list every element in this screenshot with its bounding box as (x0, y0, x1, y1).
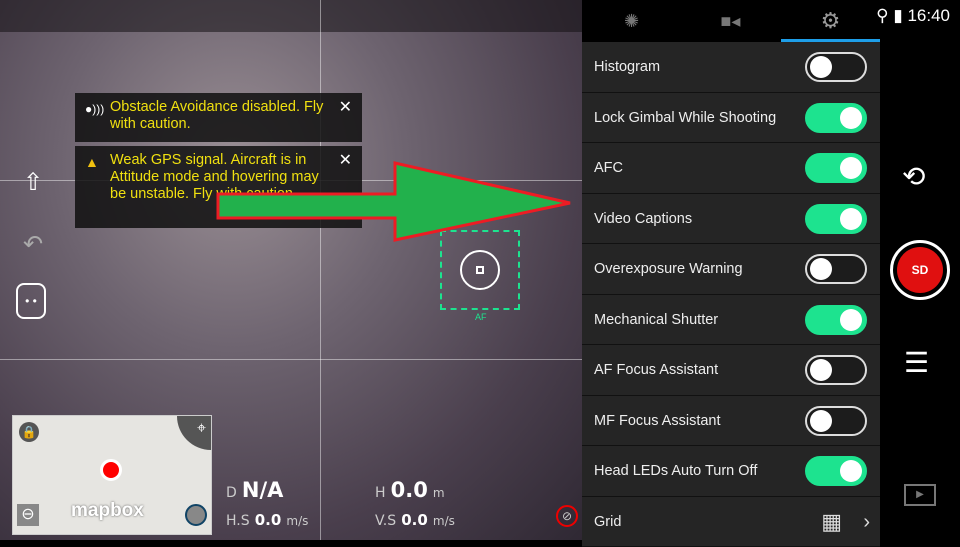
setting-toggle[interactable] (805, 204, 867, 234)
tab-general-settings[interactable]: ⚙ (781, 0, 880, 42)
setting-toggle[interactable] (805, 456, 867, 486)
setting-row: MF Focus Assistant (582, 396, 880, 447)
setting-toggle[interactable] (805, 406, 867, 436)
setting-label: Grid (594, 514, 621, 530)
setting-row: Video Captions (582, 194, 880, 245)
toggle-knob (810, 410, 832, 432)
toggle-knob (840, 309, 862, 331)
arrow-shape (218, 163, 570, 240)
setting-row: AFC (582, 143, 880, 194)
setting-label: AF Focus Assistant (594, 362, 718, 378)
setting-row: Overexposure Warning (582, 244, 880, 295)
gear-icon: ⚙ (821, 8, 841, 33)
setting-label: Lock Gimbal While Shooting (594, 110, 776, 126)
right-control-bar: ⟲ SD ☰ ▶ (880, 0, 960, 540)
clock: 16:40 (907, 6, 950, 25)
setting-toggle[interactable] (805, 52, 867, 82)
status-bar: ⚲ ▮ 16:40 (876, 6, 950, 26)
switch-camera-mode-icon[interactable]: ⟲ (902, 160, 925, 193)
record-button[interactable]: SD (890, 240, 950, 300)
aperture-icon: ✺ (624, 11, 639, 31)
setting-row: Mechanical Shutter (582, 295, 880, 346)
toggle-knob (840, 460, 862, 482)
toggle-knob (840, 107, 862, 129)
battery-charging-icon: ▮ (893, 6, 902, 25)
setting-row: Lock Gimbal While Shooting (582, 93, 880, 144)
setting-label: Overexposure Warning (594, 261, 743, 277)
toggle-knob (810, 359, 832, 381)
tab-video-settings[interactable]: ■◂ (681, 0, 780, 42)
setting-row: Histogram (582, 42, 880, 93)
sd-card-icon: SD (897, 247, 943, 293)
setting-label: Histogram (594, 59, 660, 75)
setting-label: MF Focus Assistant (594, 413, 721, 429)
toggle-knob (810, 258, 832, 280)
location-pin-icon: ⚲ (876, 6, 888, 25)
setting-toggle[interactable] (805, 103, 867, 133)
toggle-knob (810, 56, 832, 78)
setting-label: Head LEDs Auto Turn Off (594, 463, 757, 479)
setting-label: Mechanical Shutter (594, 312, 718, 328)
playback-icon[interactable]: ▶ (904, 484, 936, 506)
setting-toggle[interactable] (805, 305, 867, 335)
setting-toggle[interactable] (805, 254, 867, 284)
setting-row: Head LEDs Auto Turn Off (582, 446, 880, 497)
setting-toggle[interactable] (805, 355, 867, 385)
camera-settings-sliders-icon[interactable]: ☰ (904, 346, 929, 379)
setting-row: AF Focus Assistant (582, 345, 880, 396)
setting-label: Video Captions (594, 211, 692, 227)
chevron-right-icon: › (863, 497, 870, 547)
grid-icon: ▦ (821, 497, 842, 547)
settings-tabs: ✺ ■◂ ⚙ (582, 0, 880, 42)
toggle-knob (840, 208, 862, 230)
setting-toggle[interactable] (805, 153, 867, 183)
video-camera-icon: ■◂ (721, 11, 741, 31)
toggle-knob (840, 157, 862, 179)
setting-label: AFC (594, 160, 623, 176)
settings-panel: ✺ ■◂ ⚙ Histogram Lock Gimbal While Shooti… (582, 0, 880, 540)
grid-setting-row[interactable]: Grid ▦ › (582, 497, 880, 547)
tab-photo-settings[interactable]: ✺ (582, 0, 681, 42)
